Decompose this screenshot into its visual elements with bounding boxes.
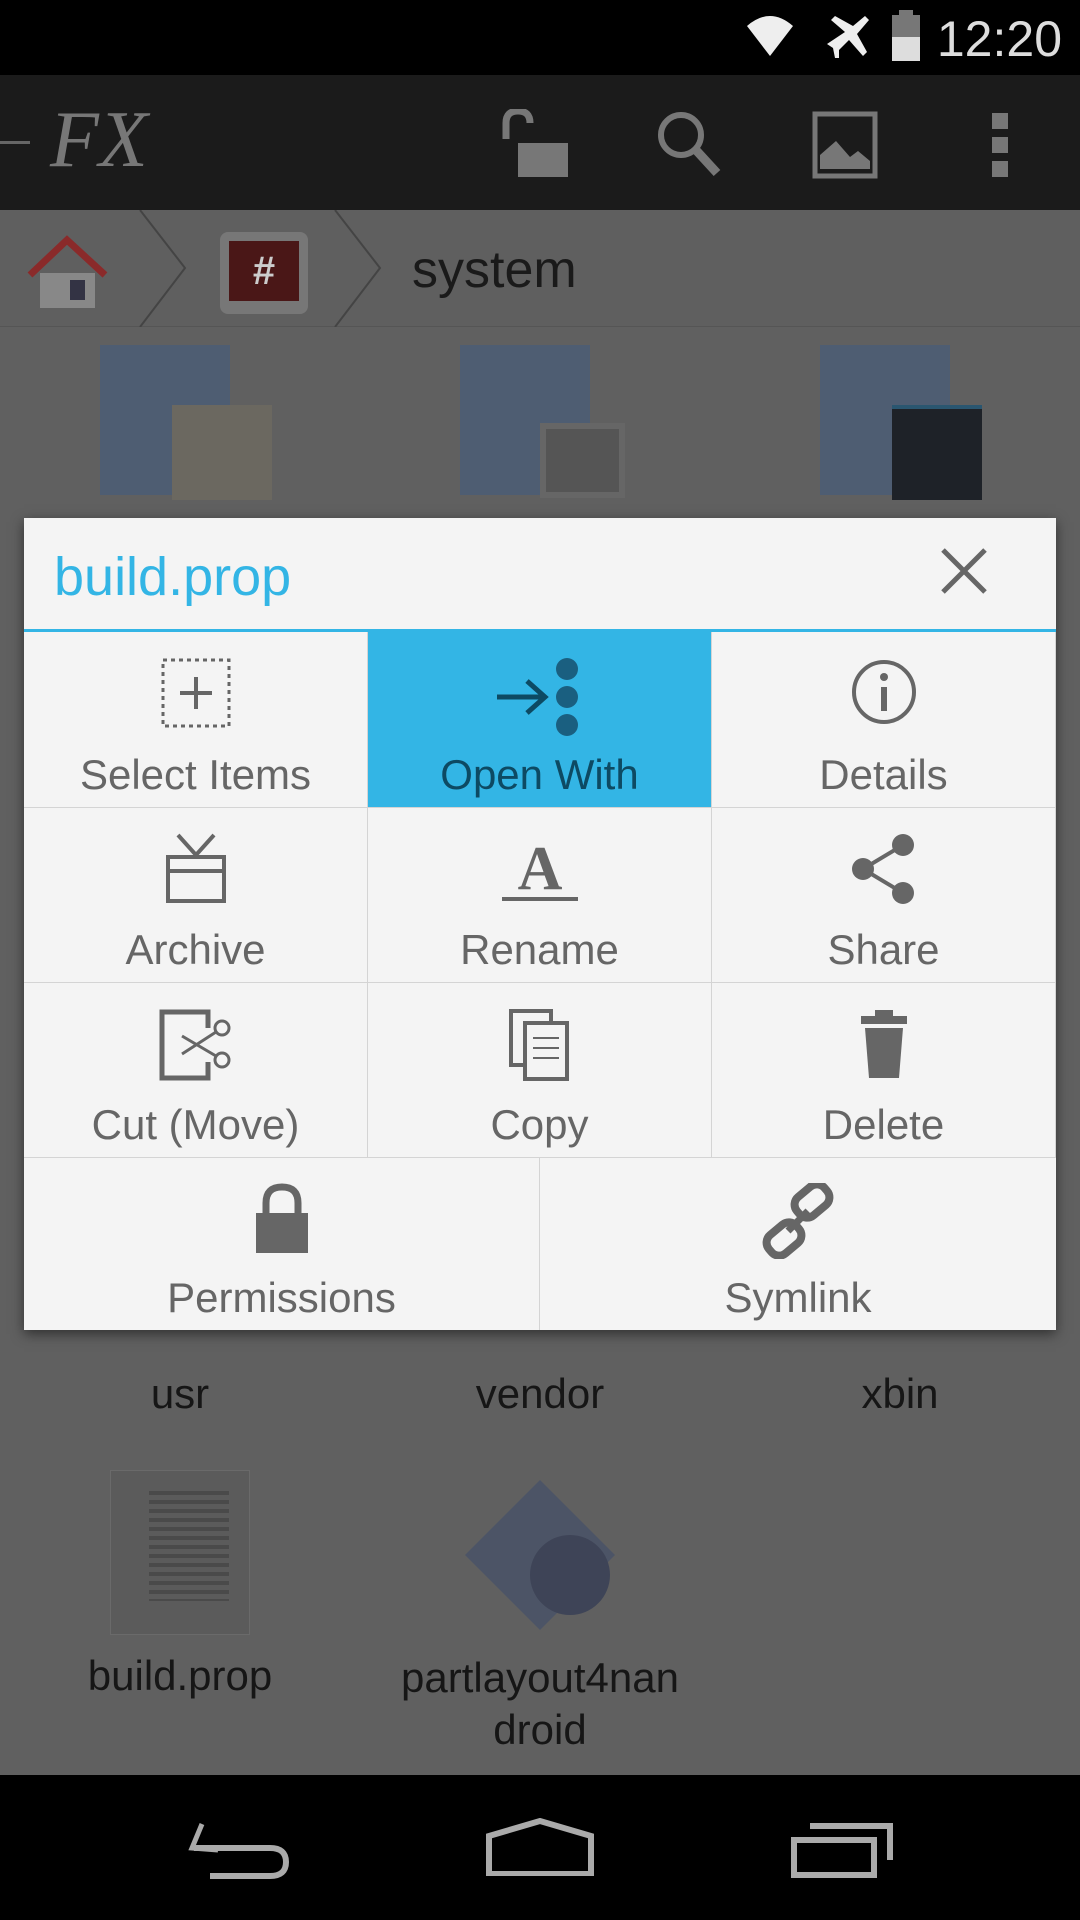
action-label: Select Items [79,751,312,798]
share-button[interactable]: Share [712,808,1056,983]
file-name-line: partlayout4nan [401,1654,679,1701]
svg-text:A: A [517,835,562,903]
breadcrumb: # system [0,210,1080,327]
file-name-line: droid [493,1706,587,1753]
action-label: Permissions [167,1274,396,1321]
recent-apps-icon[interactable] [790,1820,895,1878]
image-icon[interactable] [812,111,878,179]
overflow-menu-icon[interactable] [990,113,1010,177]
rename-button[interactable]: A Rename [368,808,712,983]
action-label: Share [827,926,940,973]
action-label: Delete [822,1101,945,1148]
details-button[interactable]: Details [712,632,1056,808]
link-icon [762,1183,834,1259]
folder-icon[interactable] [460,345,635,500]
file-actions-dialog: build.prop Select Items Open With Detail… [24,518,1056,1330]
delete-button[interactable]: Delete [712,983,1056,1158]
folder-icon[interactable] [820,345,995,500]
airplane-mode-icon [827,16,869,58]
root-crumb[interactable]: # [220,232,308,314]
action-label: Rename [460,926,619,973]
select-items-button[interactable]: Select Items [24,632,368,808]
partition-file-icon[interactable] [460,1475,620,1635]
breadcrumb-current[interactable]: system [412,240,577,300]
file-name-xbin[interactable]: xbin [720,1370,1080,1418]
rename-icon: A [501,835,578,903]
battery-icon [892,10,920,61]
copy-icon [508,1009,569,1081]
action-label: Symlink [724,1274,872,1321]
lock-icon [255,1183,308,1253]
action-label: Cut (Move) [91,1101,300,1148]
file-name-usr[interactable]: usr [0,1370,360,1418]
navigation-bar [0,1775,1080,1920]
open-with-button[interactable]: Open With [368,632,712,808]
wifi-icon [747,16,793,56]
file-name-vendor[interactable]: vendor [360,1370,720,1418]
drawer-indicator[interactable] [0,141,30,144]
app-logo[interactable]: FX [50,95,148,186]
cut-button[interactable]: Cut (Move) [24,983,368,1158]
breadcrumb-separator [334,210,382,327]
archive-button[interactable]: Archive [24,808,368,983]
action-label: Archive [125,926,266,973]
breadcrumb-separator [139,210,187,327]
unlock-icon[interactable] [500,109,570,179]
symlink-button[interactable]: Symlink [540,1158,1056,1330]
cut-icon [159,1009,230,1081]
info-icon [851,660,916,724]
search-icon[interactable] [655,109,725,179]
status-bar: 12:20 [0,0,1080,75]
file-name-partlayout[interactable]: partlayout4nan droid [360,1652,720,1756]
folder-icon[interactable] [100,345,275,500]
clock: 12:20 [936,11,1062,67]
action-label: Copy [490,1101,589,1148]
action-label: Open With [440,751,639,798]
home-icon[interactable] [25,235,110,310]
back-icon[interactable] [188,1820,293,1880]
copy-button[interactable]: Copy [368,983,712,1158]
action-label: Details [819,751,948,798]
permissions-button[interactable]: Permissions [24,1158,540,1330]
open-with-icon [496,658,578,736]
home-nav-icon[interactable] [485,1818,595,1876]
dialog-title: build.prop [54,547,292,607]
delete-icon [860,1010,907,1078]
toolbar: FX [0,75,1080,210]
file-name-build-prop[interactable]: build.prop [0,1652,360,1700]
close-icon[interactable] [939,546,989,596]
select-icon [161,658,230,728]
archive-icon [165,833,226,903]
share-icon [851,834,914,904]
text-file-icon[interactable] [110,1470,250,1635]
